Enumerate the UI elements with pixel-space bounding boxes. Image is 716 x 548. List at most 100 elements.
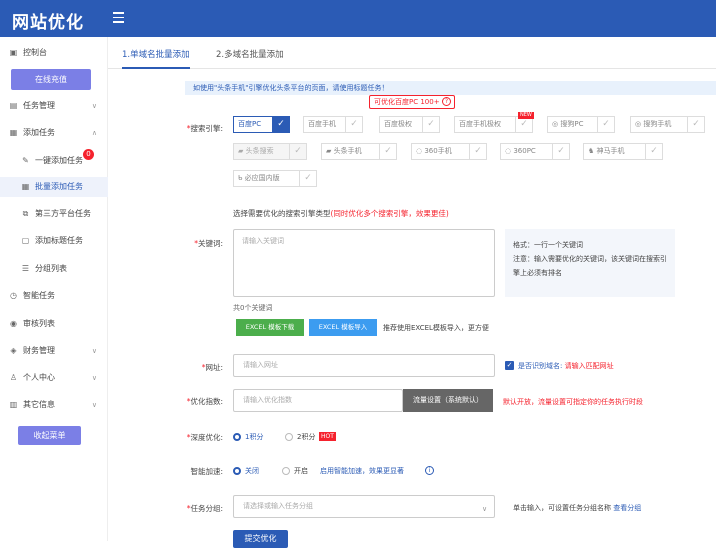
submit-button[interactable]: 提交优化 [233,530,288,548]
hot-tag: HOT [319,432,336,441]
toutiao-icon: ▰ [326,147,334,155]
domain-check-label: 是否识别域名: 请输入匹配网址 [518,362,614,370]
smart-on-label: 开启 [294,467,308,475]
user-icon: ♙ [9,373,18,382]
engine-tooltip: 可优化百度PC 100+? [369,95,455,109]
notification-badge: 0 [83,149,94,160]
excel-tip: 推荐使用EXCEL模板导入，更方便 [383,324,489,332]
keyword-textarea[interactable]: 请输入关键词 [233,229,495,297]
engine-bing-cn[interactable]: ᑲ 必应国内版 ✓ [233,170,317,187]
list-icon: ▤ [9,101,18,110]
smart-radio-off[interactable] [233,467,241,475]
sidebar-item-smart-task[interactable]: ◷ 智能任务 [0,286,108,306]
excel-download-button[interactable]: EXCEL 模板下载 [236,319,304,336]
depth-label: *深度优化: [186,433,223,442]
eye-icon: ◉ [10,319,17,328]
keyword-count: 共0个关键词 [233,304,273,312]
edit-icon: ✎ [22,156,29,165]
sidebar-item-third-party[interactable]: ⧉ 第三方平台任务 [0,204,108,224]
list-icon: ☰ [21,264,30,273]
chevron-down-icon: ∨ [91,347,97,355]
chevron-down-icon: ∨ [91,102,97,110]
flow-settings-button[interactable]: 流量设置（系统默认） [403,389,493,412]
engine-shenma-mobile[interactable]: ♞ 神马手机 ✓ [583,143,663,160]
copy-icon: ⧉ [22,209,29,218]
index-label: *优化指数: [186,397,223,406]
depth-option-2: 2积分 [297,433,316,441]
flow-tip: 默认开放，流量设置可指定你的任务执行时段 [503,398,643,406]
url-label: *网址: [201,363,223,372]
depth-radio-2[interactable] [285,433,293,441]
check-icon: ✓ [469,144,486,159]
smart-off-label: 关闭 [245,467,259,475]
group-label: *任务分组: [186,504,223,513]
clock-icon: ◷ [10,291,17,300]
chevron-up-icon: ∧ [91,129,97,137]
check-icon: ✓ [552,144,569,159]
menu-toggle-icon[interactable] [113,12,125,24]
sidebar-item-group-list[interactable]: ☰ 分组列表 [0,259,108,279]
engine-sogou-pc[interactable]: ◎ 搜狗PC ✓ [547,116,615,133]
depth-option-1: 1积分 [245,433,264,441]
new-tag: NEW [518,112,534,119]
sidebar-item-task-manage[interactable]: ▤ 任务管理 ∨ [0,96,108,116]
engine-baidu-power[interactable]: 百度极权 ✓ [379,116,440,133]
format-help-box: 格式：一行一个关键词 注意：输入需要优化的关键词，该关键词在搜索引擎上必须有排名 [505,229,675,297]
sidebar-item-personal[interactable]: ♙ 个人中心 ∨ [0,368,108,388]
smart-radio-on[interactable] [282,467,290,475]
check-icon: ✓ [345,117,362,132]
sidebar-item-finance[interactable]: ◈ 财务管理 ∨ [0,341,108,361]
check-icon: ✓ [597,117,614,132]
sidebar-item-batch-add[interactable]: ▦ 批量添加任务 [0,177,108,197]
top-bar: 网站优化 [0,0,716,37]
sidebar-item-add-title[interactable]: ▢ 添加标题任务 [0,231,108,251]
sidebar-item-review-list[interactable]: ◉ 审核列表 [0,314,108,334]
view-groups-link[interactable]: 查看分组 [613,504,641,512]
chevron-down-icon: ∨ [91,374,97,382]
smart-tip: 启用智能加速，效果更显著 [320,467,404,475]
question-icon: ? [442,97,451,106]
keyword-label: *关键词: [194,239,223,248]
collapse-menu-button[interactable]: 收起菜单 [18,426,81,445]
engine-360-pc[interactable]: ◌ 360PC ✓ [500,143,570,160]
book-icon: ▥ [9,400,18,409]
sidebar-item-other-info[interactable]: ▥ 其它信息 ∨ [0,395,108,415]
check-icon: ✓ [289,144,306,159]
recharge-button[interactable]: 在线充值 [11,69,91,90]
engine-sogou-mobile[interactable]: ◎ 搜狗手机 ✓ [630,116,705,133]
sidebar-item-add-task[interactable]: ▦ 添加任务 ∧ [0,123,108,143]
domain-check-checkbox[interactable]: ✓ [505,361,514,370]
toutiao-icon: ▰ [238,147,246,155]
square-icon: ▢ [21,236,30,245]
group-select[interactable]: 请选择或输入任务分组 [233,495,495,518]
tab-single-domain[interactable]: 1.单域名批量添加 [122,37,190,69]
engine-360-mobile[interactable]: ◌ 360手机 ✓ [411,143,487,160]
index-input[interactable]: 请输入优化指数 [233,389,403,412]
notice-bar: 如使用"头条手机"引擎优化头条平台的页面，请使用标题任务！ [185,81,716,95]
info-icon[interactable]: i [425,466,434,475]
chevron-down-icon: ∨ [482,505,488,513]
check-icon: ✓ [687,117,704,132]
sidebar: ▣ 控制台 在线充值 ▤ 任务管理 ∨ ▦ 添加任务 ∧ ✎ 一键添加任务 ▦ 批量添加任务 … [0,37,108,541]
sidebar-item-dashboard[interactable]: ▣ 控制台 [0,43,108,63]
bing-icon: ᑲ [238,174,245,182]
engine-baidu-mobile[interactable]: 百度手机 ✓ [303,116,363,133]
finance-icon: ◈ [10,346,17,355]
smart-label: 智能加速: [190,467,223,476]
engine-toutiao-mobile[interactable]: ▰ 头条手机 ✓ [321,143,397,160]
chevron-down-icon: ∨ [91,401,97,409]
depth-radio-1[interactable] [233,433,241,441]
check-icon: ✓ [272,117,289,132]
excel-import-button[interactable]: EXCEL 模板导入 [309,319,377,336]
engine-baidu-pc[interactable]: 百度PC ✓ [233,116,290,133]
tab-multi-domain[interactable]: 2.多域名批量添加 [216,37,284,69]
group-tip: 单击输入，可设置任务分组名称 查看分组 [513,504,642,512]
check-icon: ✓ [422,117,439,132]
url-input[interactable]: 请输入网址 [233,354,495,377]
shenma-icon: ♞ [588,147,597,155]
dashboard-icon: ▣ [9,48,18,57]
engine-hint: 选择需要优化的搜索引擎类型(同时优化多个搜索引擎，效果更佳) [233,209,449,218]
engine-toutiao-search[interactable]: ▰ 头条搜索 ✓ [233,143,307,160]
engine-label: *搜索引擎: [186,124,223,133]
check-icon: ✓ [379,144,396,159]
